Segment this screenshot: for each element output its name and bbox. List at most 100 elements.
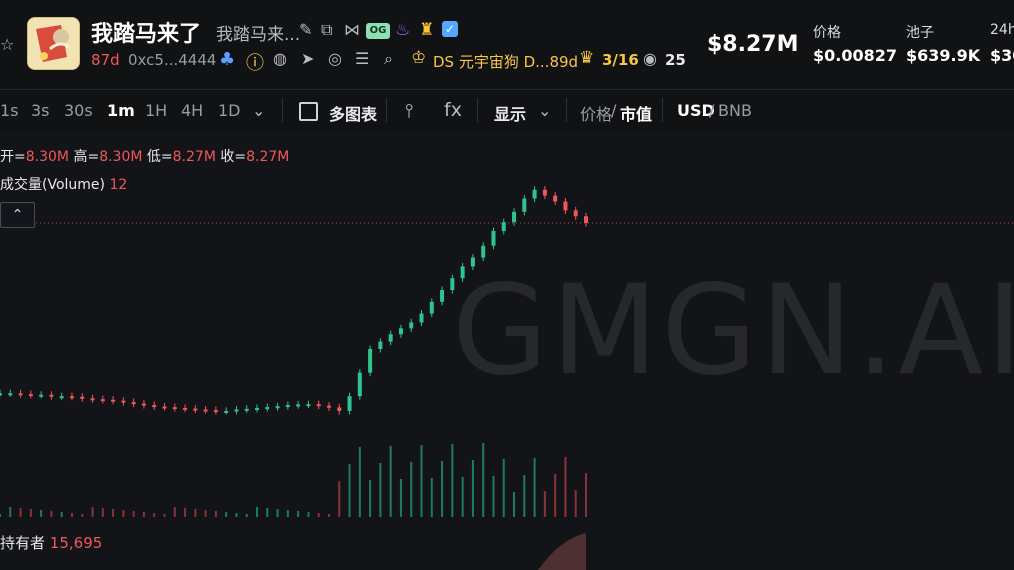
candle-body[interactable] xyxy=(357,372,362,397)
candle-body[interactable] xyxy=(244,408,249,411)
candle-body[interactable] xyxy=(121,400,126,403)
high-value: 8.30M xyxy=(99,149,143,165)
volume-bar xyxy=(585,473,587,517)
timeframe-1h[interactable]: 1H xyxy=(145,101,167,120)
candle-body[interactable] xyxy=(470,257,475,267)
search-icon[interactable]: ⌕ xyxy=(384,49,393,69)
candle-body[interactable] xyxy=(162,406,167,409)
share-icon[interactable]: ⋈ xyxy=(344,20,360,39)
edit-icon[interactable]: ✎ xyxy=(299,20,312,39)
og-badge: OG xyxy=(366,23,390,39)
candle-body[interactable] xyxy=(183,408,188,410)
candle-body[interactable] xyxy=(0,393,2,396)
candle-body[interactable] xyxy=(573,210,578,217)
candle-body[interactable] xyxy=(59,396,64,399)
globe-icon[interactable]: ◍ xyxy=(273,49,287,68)
candle-body[interactable] xyxy=(213,410,218,413)
candle-body[interactable] xyxy=(69,396,74,399)
candle-body[interactable] xyxy=(265,407,270,410)
candle-body[interactable] xyxy=(563,201,568,211)
candle-body[interactable] xyxy=(131,402,136,405)
candle-body[interactable] xyxy=(326,405,331,408)
timeframe-1d[interactable]: 1D xyxy=(218,101,241,120)
dev-tag[interactable]: DS 元宇宙狗 D...89d xyxy=(433,51,578,72)
chart-icon[interactable]: ◎ xyxy=(328,49,342,68)
fx-icon[interactable]: fx xyxy=(444,99,462,121)
candle-body[interactable] xyxy=(234,409,239,412)
candle-body[interactable] xyxy=(100,399,105,402)
candle-body[interactable] xyxy=(316,404,321,407)
candle-body[interactable] xyxy=(49,394,54,397)
candle-body[interactable] xyxy=(90,398,95,401)
candle-body[interactable] xyxy=(306,404,311,407)
volume-bar xyxy=(574,490,577,517)
candle-body[interactable] xyxy=(460,266,465,279)
candle-body[interactable] xyxy=(409,322,414,329)
checkbox-icon[interactable] xyxy=(299,102,318,121)
market-cap-toggle[interactable]: 市值 xyxy=(620,101,652,125)
candle-body[interactable] xyxy=(368,349,373,373)
token-address[interactable]: 0xc5...4444 xyxy=(128,51,216,69)
candle-body[interactable] xyxy=(398,328,403,335)
candle-body[interactable] xyxy=(224,410,229,413)
volume-label: 成交量(Volume) xyxy=(0,177,105,193)
token-avatar[interactable] xyxy=(27,17,80,70)
price-toggle[interactable]: 价格 xyxy=(580,101,612,125)
candle-icon[interactable]: ⫯ xyxy=(405,100,413,122)
candle-body[interactable] xyxy=(347,396,352,411)
timeframe-1s[interactable]: 1s xyxy=(0,101,19,120)
star-icon[interactable]: ☆ xyxy=(0,35,14,54)
candle-body[interactable] xyxy=(450,278,455,290)
candle-body[interactable] xyxy=(481,245,486,258)
candle-body[interactable] xyxy=(111,399,116,402)
timeframe-4h[interactable]: 4H xyxy=(181,101,203,120)
bnb-toggle[interactable]: BNB xyxy=(718,101,752,120)
candle-body[interactable] xyxy=(337,407,342,411)
timeframe-30s[interactable]: 30s xyxy=(64,101,93,120)
candle-body[interactable] xyxy=(275,406,280,409)
candle-body[interactable] xyxy=(378,341,383,349)
multi-chart-button[interactable]: 多图表 xyxy=(329,101,377,125)
candle-body[interactable] xyxy=(491,231,496,246)
candle-body[interactable] xyxy=(501,222,506,231)
candle-body[interactable] xyxy=(193,408,198,411)
holders-icon[interactable]: ♣ xyxy=(219,49,235,70)
chevron-down-icon[interactable]: ⌄ xyxy=(252,101,265,120)
volume-bar xyxy=(327,514,330,517)
price-value: $0.00827 xyxy=(813,46,898,65)
warning-icon[interactable]: ⓘ xyxy=(246,49,264,75)
candle-body[interactable] xyxy=(542,189,547,196)
candle-body[interactable] xyxy=(39,394,44,397)
candle-body[interactable] xyxy=(152,405,157,408)
collapse-indicator-button[interactable]: ⌃ xyxy=(0,202,35,228)
candle-body[interactable] xyxy=(522,198,527,212)
candle-body[interactable] xyxy=(440,290,445,302)
candle-body[interactable] xyxy=(532,189,537,199)
candle-body[interactable] xyxy=(512,211,517,223)
chevron-down-icon[interactable]: ⌄ xyxy=(538,101,551,120)
candle-body[interactable] xyxy=(553,195,558,202)
timeframe-3s[interactable]: 3s xyxy=(31,101,50,120)
candle-body[interactable] xyxy=(203,409,208,412)
candle-body[interactable] xyxy=(584,216,588,224)
candlestick-chart-svg[interactable] xyxy=(0,132,1014,570)
display-button[interactable]: 显示 xyxy=(494,101,526,125)
volume-bar xyxy=(91,507,94,517)
copy-icon[interactable]: ⧉ xyxy=(321,20,332,40)
candle-body[interactable] xyxy=(80,396,85,399)
note-icon[interactable]: ☰ xyxy=(355,49,369,68)
candle-body[interactable] xyxy=(172,407,177,410)
candle-body[interactable] xyxy=(8,393,13,396)
candle-body[interactable] xyxy=(285,405,290,408)
candle-body[interactable] xyxy=(429,301,434,314)
candle-body[interactable] xyxy=(255,408,260,410)
candle-body[interactable] xyxy=(18,393,23,396)
candle-body[interactable] xyxy=(296,404,301,407)
candle-body[interactable] xyxy=(28,394,33,397)
candle-body[interactable] xyxy=(141,403,146,406)
telegram-icon[interactable]: ➤ xyxy=(301,49,314,68)
candle-body[interactable] xyxy=(388,334,393,342)
timeframe-1m[interactable]: 1m xyxy=(107,101,135,120)
ohlc-readout: 开=8.30M 高=8.30M 低=8.27M 收=8.27M xyxy=(0,146,289,166)
candle-body[interactable] xyxy=(419,313,424,323)
